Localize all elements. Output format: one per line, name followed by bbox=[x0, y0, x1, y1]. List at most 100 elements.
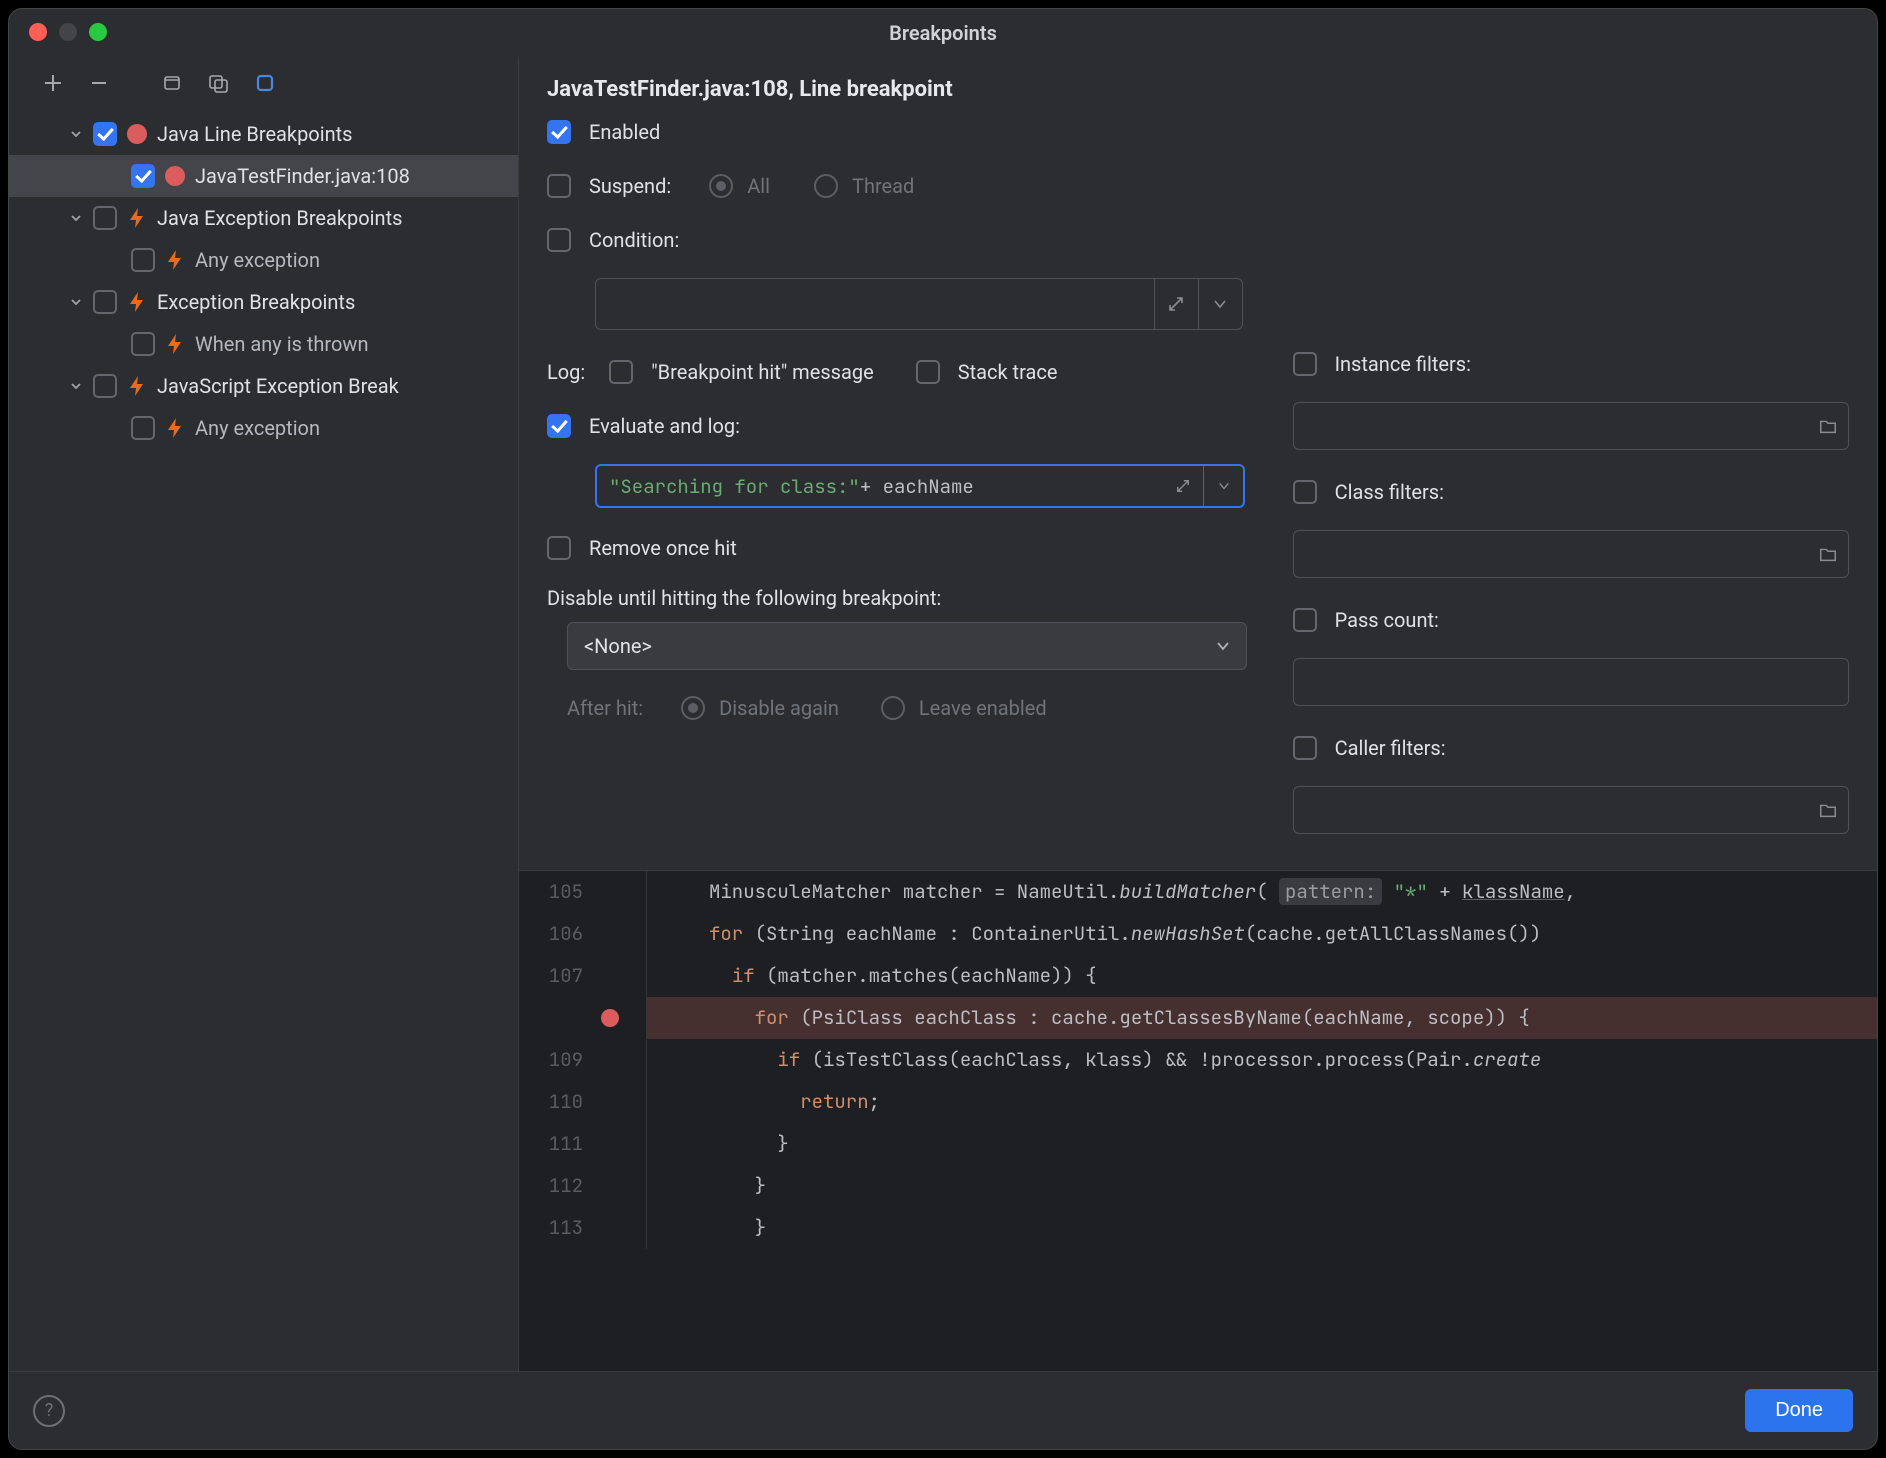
line-number bbox=[519, 997, 593, 1039]
item-checkbox[interactable] bbox=[131, 164, 155, 188]
code-text: for (PsiClass eachClass : cache.getClass… bbox=[647, 997, 1877, 1039]
breakpoint-gutter[interactable] bbox=[593, 997, 627, 1039]
after-hit-label: After hit: bbox=[567, 696, 643, 720]
caller-filters-label: Caller filters: bbox=[1335, 736, 1446, 760]
after-hit-disable-radio[interactable] bbox=[681, 696, 705, 720]
chevron-down-icon[interactable] bbox=[65, 375, 87, 397]
help-icon[interactable]: ? bbox=[33, 1395, 65, 1427]
remove-once-checkbox[interactable] bbox=[547, 536, 571, 560]
item-checkbox[interactable] bbox=[131, 248, 155, 272]
breakpoint-gutter[interactable] bbox=[593, 1081, 627, 1123]
evaluate-input[interactable]: "Searching for class:" + eachName bbox=[595, 464, 1245, 508]
tree-item[interactable]: Any exception bbox=[9, 407, 518, 449]
breakpoint-dot-icon bbox=[127, 124, 147, 144]
class-filters-checkbox[interactable] bbox=[1293, 480, 1317, 504]
instance-filters-checkbox[interactable] bbox=[1293, 352, 1317, 376]
suspend-thread-radio[interactable] bbox=[814, 174, 838, 198]
item-checkbox[interactable] bbox=[131, 332, 155, 356]
group-by-type-icon[interactable] bbox=[205, 69, 233, 97]
evaluate-checkbox[interactable] bbox=[547, 414, 571, 438]
line-number: 110 bbox=[519, 1081, 593, 1123]
breakpoint-gutter[interactable] bbox=[593, 1165, 627, 1207]
log-stack-label: Stack trace bbox=[958, 360, 1058, 384]
code-text: for (String eachName : ContainerUtil.new… bbox=[647, 913, 1877, 955]
pass-count-checkbox[interactable] bbox=[1293, 608, 1317, 632]
enabled-checkbox[interactable] bbox=[547, 120, 571, 144]
breakpoint-gutter[interactable] bbox=[593, 871, 627, 913]
pass-count-input[interactable] bbox=[1293, 658, 1849, 706]
group-checkbox[interactable] bbox=[93, 122, 117, 146]
breakpoint-gutter[interactable] bbox=[593, 913, 627, 955]
expand-icon[interactable] bbox=[1163, 466, 1203, 506]
breakpoint-gutter[interactable] bbox=[593, 1039, 627, 1081]
breakpoint-gutter[interactable] bbox=[593, 955, 627, 997]
tree-group[interactable]: Exception Breakpoints bbox=[9, 281, 518, 323]
folder-icon[interactable] bbox=[1818, 544, 1838, 564]
line-number: 112 bbox=[519, 1165, 593, 1207]
minimize-window[interactable] bbox=[59, 23, 77, 41]
class-filters-input[interactable] bbox=[1293, 530, 1849, 578]
chevron-down-icon[interactable] bbox=[1198, 279, 1242, 329]
condition-input[interactable] bbox=[595, 278, 1243, 330]
breakpoint-dot-icon bbox=[601, 1009, 619, 1027]
breakpoint-tree[interactable]: Java Line BreakpointsJavaTestFinder.java… bbox=[9, 109, 518, 1371]
disable-until-select[interactable]: <None> bbox=[567, 622, 1247, 670]
folder-icon[interactable] bbox=[1818, 416, 1838, 436]
code-line: 113 } bbox=[519, 1207, 1877, 1249]
caller-filters-checkbox[interactable] bbox=[1293, 736, 1317, 760]
add-breakpoint-icon[interactable] bbox=[39, 69, 67, 97]
code-line: 110 return; bbox=[519, 1081, 1877, 1123]
code-text: if (isTestClass(eachClass, klass) && !pr… bbox=[647, 1039, 1877, 1081]
tree-group[interactable]: JavaScript Exception Break bbox=[9, 365, 518, 407]
tree-item[interactable]: When any is thrown bbox=[9, 323, 518, 365]
log-stack-checkbox[interactable] bbox=[916, 360, 940, 384]
exception-bolt-icon bbox=[165, 417, 185, 439]
close-window[interactable] bbox=[29, 23, 47, 41]
condition-checkbox[interactable] bbox=[547, 228, 571, 252]
caller-filters-input[interactable] bbox=[1293, 786, 1849, 834]
zoom-window[interactable] bbox=[89, 23, 107, 41]
item-checkbox[interactable] bbox=[131, 416, 155, 440]
folder-icon[interactable] bbox=[1818, 800, 1838, 820]
tree-group[interactable]: Java Line Breakpoints bbox=[9, 113, 518, 155]
tree-item[interactable]: JavaTestFinder.java:108 bbox=[9, 155, 518, 197]
suspend-checkbox[interactable] bbox=[547, 174, 571, 198]
chevron-down-icon[interactable] bbox=[65, 123, 87, 145]
remove-breakpoint-icon[interactable] bbox=[85, 69, 113, 97]
tree-group[interactable]: Java Exception Breakpoints bbox=[9, 197, 518, 239]
chevron-down-icon[interactable] bbox=[65, 207, 87, 229]
after-hit-disable-label: Disable again bbox=[719, 696, 839, 720]
breakpoint-tree-panel: Java Line BreakpointsJavaTestFinder.java… bbox=[9, 57, 519, 1371]
code-line: for (PsiClass eachClass : cache.getClass… bbox=[519, 997, 1877, 1039]
instance-filters-input[interactable] bbox=[1293, 402, 1849, 450]
group-checkbox[interactable] bbox=[93, 290, 117, 314]
breakpoint-gutter[interactable] bbox=[593, 1123, 627, 1165]
suspend-all-radio[interactable] bbox=[709, 174, 733, 198]
after-hit-leave-radio[interactable] bbox=[881, 696, 905, 720]
window-controls bbox=[29, 23, 107, 41]
log-label: Log: bbox=[547, 360, 585, 384]
line-number: 107 bbox=[519, 955, 593, 997]
line-number: 106 bbox=[519, 913, 593, 955]
chevron-down-icon[interactable] bbox=[65, 291, 87, 313]
log-bphit-label: "Breakpoint hit" message bbox=[651, 360, 873, 384]
log-bphit-checkbox[interactable] bbox=[609, 360, 633, 384]
disable-until-label: Disable until hitting the following brea… bbox=[547, 586, 1243, 610]
view-options-icon[interactable] bbox=[251, 69, 279, 97]
suspend-all-label: All bbox=[747, 174, 770, 198]
expand-icon[interactable] bbox=[1154, 279, 1198, 329]
exception-bolt-icon bbox=[165, 249, 185, 271]
tree-item[interactable]: Any exception bbox=[9, 239, 518, 281]
evaluate-label: Evaluate and log: bbox=[589, 414, 740, 438]
breakpoint-gutter[interactable] bbox=[593, 1207, 627, 1249]
group-checkbox[interactable] bbox=[93, 206, 117, 230]
code-line: 105MinusculeMatcher matcher = NameUtil.b… bbox=[519, 871, 1877, 913]
breakpoint-details: JavaTestFinder.java:108, Line breakpoint… bbox=[519, 57, 1877, 1371]
chevron-down-icon[interactable] bbox=[1203, 466, 1243, 506]
line-number: 105 bbox=[519, 871, 593, 913]
group-by-file-icon[interactable] bbox=[159, 69, 187, 97]
item-label: Any exception bbox=[195, 248, 320, 272]
group-checkbox[interactable] bbox=[93, 374, 117, 398]
code-text: return; bbox=[647, 1081, 1877, 1123]
done-button[interactable]: Done bbox=[1745, 1389, 1853, 1432]
